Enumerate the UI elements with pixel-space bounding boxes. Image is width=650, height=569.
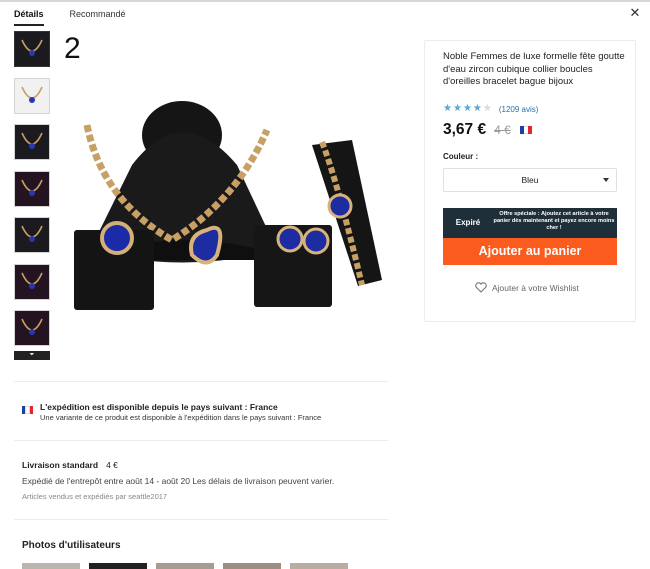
add-to-cart-button[interactable]: Ajouter au panier — [443, 238, 617, 265]
delivery-details: Expédié de l'entrepôt entre août 14 - ao… — [22, 476, 335, 486]
product-image[interactable] — [62, 80, 390, 312]
thumbnail[interactable] — [14, 124, 50, 160]
wishlist-label: Ajouter à votre Wishlist — [492, 282, 579, 293]
jewelry-thumb-icon — [21, 179, 43, 196]
thumbnail-strip: ⏷ — [14, 31, 50, 360]
color-select[interactable]: Bleu — [443, 168, 617, 192]
shipping-subtitle: Une variante de ce produit est disponibl… — [40, 413, 322, 422]
jewelry-thumb-icon — [21, 272, 43, 289]
tab-details[interactable]: Détails — [14, 8, 44, 26]
promo-banner: Expiré Offre spéciale : Ajoutez cet arti… — [443, 208, 617, 238]
thumbnail[interactable] — [14, 170, 50, 207]
star-rating: ★★★★★ — [443, 104, 493, 114]
shipping-title: L'expédition est disponible depuis le pa… — [40, 402, 278, 412]
top-border — [0, 0, 650, 2]
thumbnail[interactable] — [14, 263, 50, 300]
chevron-down-icon — [603, 178, 609, 182]
color-value: Bleu — [521, 175, 539, 185]
promo-expired: Expiré — [455, 218, 481, 227]
price-row: 3,67 € 4 € — [443, 121, 532, 139]
thumbnail[interactable] — [14, 31, 50, 67]
user-photo[interactable] — [89, 563, 147, 569]
thumbnail[interactable] — [14, 217, 50, 253]
chevron-down-icon[interactable]: ⏷ — [14, 350, 50, 360]
france-flag-icon — [22, 406, 33, 414]
thumbnail[interactable] — [14, 310, 50, 346]
thumbnail[interactable] — [14, 77, 50, 114]
color-label: Couleur : — [443, 152, 479, 161]
delivery-info: Livraison standard 4 € Expédié de l'entre… — [22, 460, 392, 501]
jewelry-thumb-icon — [21, 318, 43, 335]
promo-text: Offre spéciale : Ajoutez cet article à v… — [493, 211, 615, 231]
star-icon: ★ — [452, 103, 462, 114]
divider — [14, 381, 388, 382]
image-counter: 2 — [64, 32, 81, 65]
jewelry-thumb-icon — [21, 225, 43, 242]
star-icon: ★ — [482, 103, 492, 114]
tab-recommended[interactable]: Recommandé — [70, 8, 126, 26]
delivery-title: Livraison standard — [22, 460, 99, 470]
france-flag-icon — [519, 126, 532, 134]
heart-icon — [475, 282, 487, 293]
jewelry-thumb-icon — [21, 86, 43, 103]
wishlist-link[interactable]: Ajouter à votre Wishlist — [475, 282, 579, 293]
divider — [14, 440, 388, 441]
product-card: Noble Femmes de luxe formelle fête goutt… — [424, 40, 636, 322]
star-icon: ★ — [462, 103, 472, 114]
jewelry-thumb-icon — [21, 132, 43, 149]
divider — [14, 519, 388, 520]
reviews-link[interactable]: (1209 avis) — [499, 105, 539, 114]
star-icon: ★ — [472, 103, 482, 114]
rating: ★★★★★ (1209 avis) — [443, 104, 538, 114]
jewelry-thumb-icon — [21, 39, 43, 56]
delivery-price: 4 € — [106, 460, 118, 470]
seller-info: Articles vendus et expédiés par seattle2… — [22, 492, 168, 501]
product-title: Noble Femmes de luxe formelle fête goutt… — [443, 51, 625, 87]
user-photo[interactable] — [156, 563, 214, 569]
user-photo[interactable] — [290, 563, 348, 569]
tab-bar: Détails Recommandé — [14, 8, 126, 26]
star-icon: ★ — [443, 103, 452, 114]
old-price: 4 € — [494, 123, 511, 137]
close-icon[interactable]: ✕ — [628, 6, 642, 20]
user-photos-title: Photos d'utilisateurs — [22, 540, 121, 551]
user-photo[interactable] — [22, 563, 80, 569]
user-photo[interactable] — [223, 563, 281, 569]
price: 3,67 € — [443, 121, 487, 138]
